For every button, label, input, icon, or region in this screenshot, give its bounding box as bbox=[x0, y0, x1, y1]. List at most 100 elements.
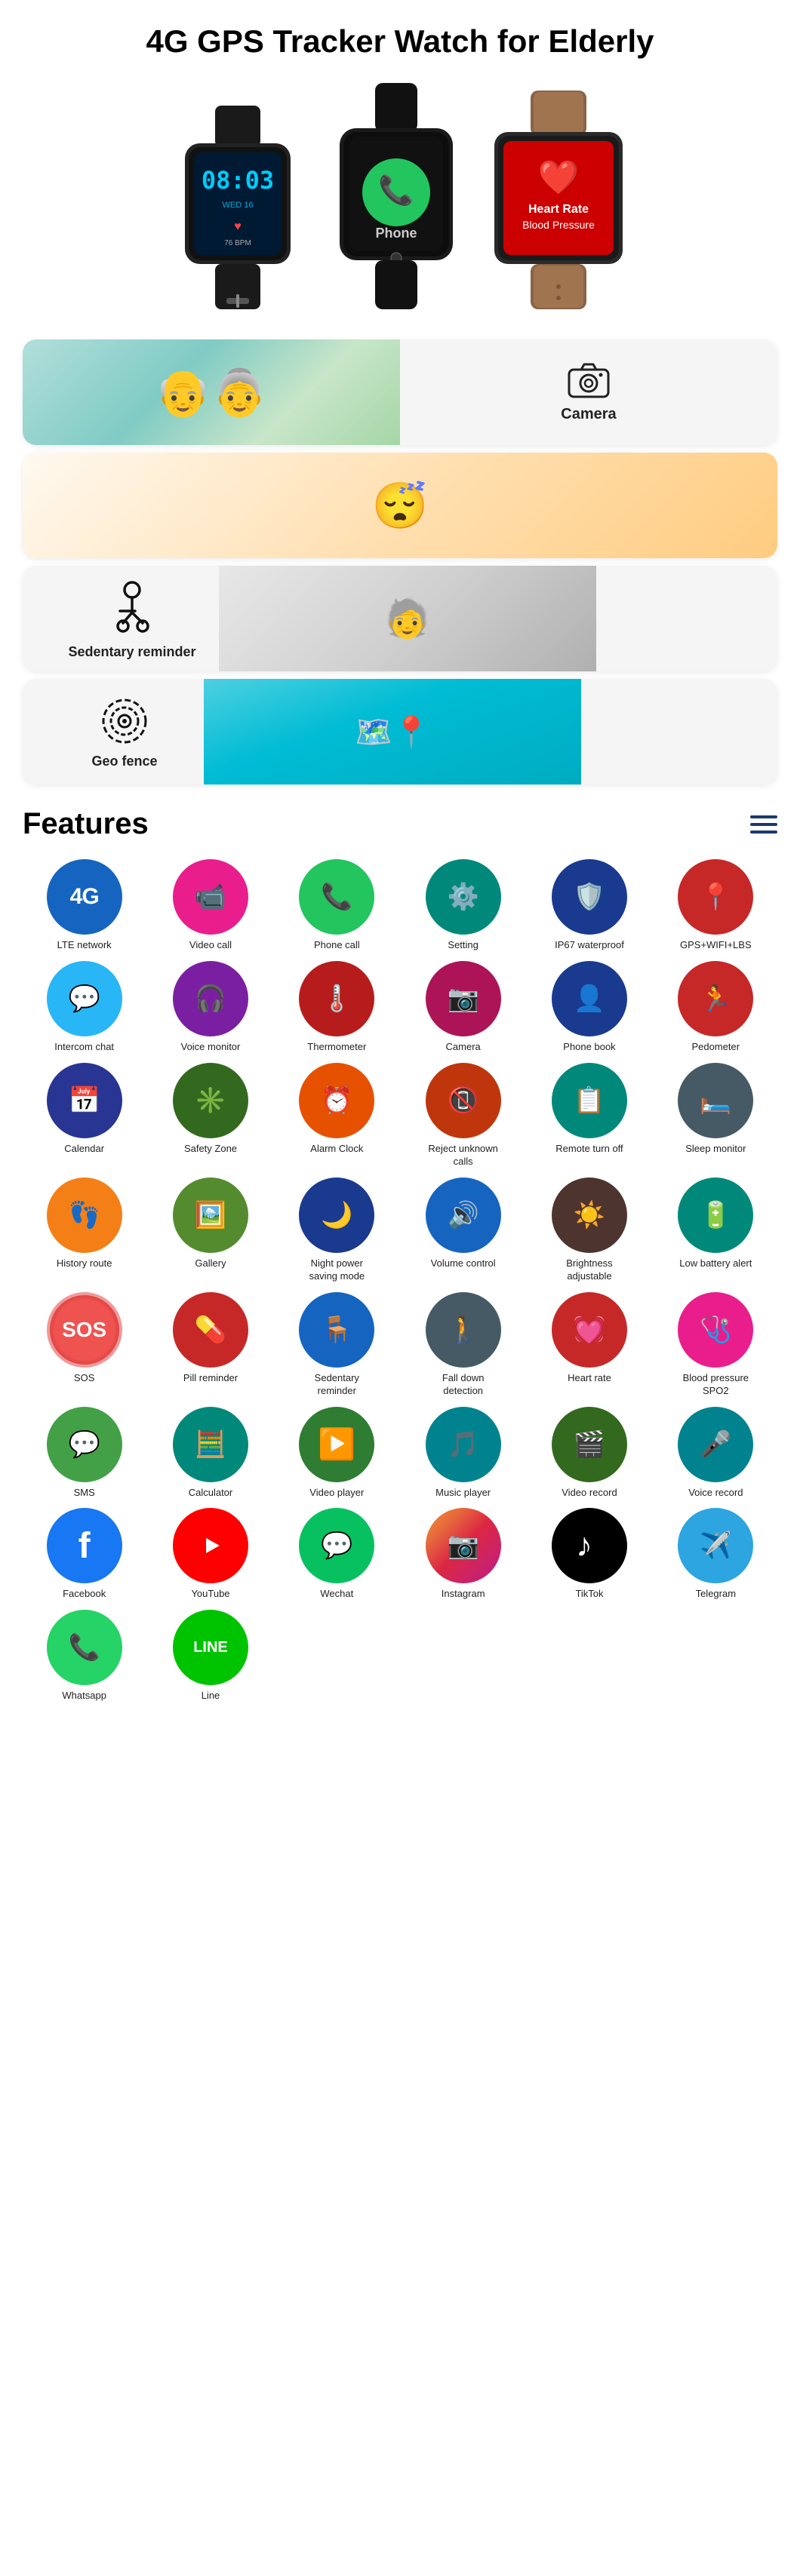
pill-icon: 💊 bbox=[173, 1292, 248, 1368]
camera-icon bbox=[568, 362, 610, 400]
blood-pressure-label: Blood pressure SPO2 bbox=[674, 1372, 757, 1398]
feature-night-power: 🌙 Night power saving mode bbox=[275, 1177, 398, 1283]
svg-text:08:03: 08:03 bbox=[202, 166, 274, 195]
banner-sedentary: Sedentary reminder 🧓 bbox=[23, 566, 777, 671]
feature-voice-monitor: 🎧 Voice monitor bbox=[149, 961, 272, 1054]
svg-text:Blood Pressure: Blood Pressure bbox=[522, 219, 595, 231]
facebook-label: Facebook bbox=[63, 1588, 106, 1601]
video-record-label: Video record bbox=[562, 1487, 617, 1500]
pedometer-icon: 🏃 bbox=[678, 961, 753, 1036]
feature-intercom: 💬 Intercom chat bbox=[23, 961, 146, 1054]
gallery-label: Gallery bbox=[195, 1257, 226, 1270]
phonebook-label: Phone book bbox=[563, 1041, 615, 1054]
video-player-icon: ▶️ bbox=[299, 1407, 374, 1482]
feature-phonebook: 👤 Phone book bbox=[528, 961, 651, 1054]
whatsapp-label: Whatsapp bbox=[62, 1690, 106, 1702]
phonebook-icon: 👤 bbox=[552, 961, 627, 1036]
banner-camera: 👴👵 Camera bbox=[23, 339, 777, 445]
feature-volume: 🔊 Volume control bbox=[402, 1177, 525, 1283]
feature-tiktok: ♪ TikTok bbox=[528, 1508, 651, 1601]
telegram-icon: ✈️ bbox=[678, 1508, 753, 1583]
gps-icon: 📍 bbox=[678, 859, 753, 935]
banner-alarm: 😴 Alarm Clock bbox=[23, 453, 777, 558]
lte-label: LTE network bbox=[57, 939, 112, 952]
feature-ip67: 🛡️ IP67 waterproof bbox=[528, 859, 651, 952]
sms-icon: 💬 bbox=[47, 1407, 122, 1482]
pedometer-label: Pedometer bbox=[692, 1041, 740, 1054]
wechat-label: Wechat bbox=[320, 1588, 353, 1601]
tiktok-label: TikTok bbox=[575, 1588, 603, 1601]
feature-whatsapp: 📞 Whatsapp bbox=[23, 1610, 146, 1702]
ip67-icon: 🛡️ bbox=[552, 859, 627, 935]
features-header: Features bbox=[23, 807, 777, 841]
banner-geo: Geo fence 🗺️📍 bbox=[23, 679, 777, 784]
instagram-label: Instagram bbox=[442, 1588, 485, 1601]
feature-safety-zone: ✳️ Safety Zone bbox=[149, 1063, 272, 1168]
pill-label: Pill reminder bbox=[183, 1372, 238, 1385]
feature-thermometer: 🌡️ Thermometer bbox=[275, 961, 398, 1054]
intercom-label: Intercom chat bbox=[54, 1041, 114, 1054]
heart-rate-icon: 💓 bbox=[552, 1292, 627, 1368]
facebook-icon: f bbox=[47, 1508, 122, 1583]
watches-row: 08:03 WED 16 ♥ 76 BPM 📞 Phone bbox=[0, 75, 800, 332]
whatsapp-icon: 📞 bbox=[47, 1610, 122, 1685]
sedentary-r-label: Sedentary reminder bbox=[295, 1372, 378, 1398]
phone-call-icon: 📞 bbox=[299, 859, 374, 935]
feature-instagram: 📷 Instagram bbox=[402, 1508, 525, 1601]
low-battery-label: Low battery alert bbox=[679, 1257, 752, 1270]
feature-camera: 📷 Camera bbox=[402, 961, 525, 1054]
fall-detect-icon: 🚶 bbox=[426, 1292, 501, 1368]
setting-label: Setting bbox=[448, 939, 478, 952]
thermometer-icon: 🌡️ bbox=[299, 961, 374, 1036]
feature-low-battery: 🔋 Low battery alert bbox=[654, 1177, 777, 1283]
remote-off-label: Remote turn off bbox=[555, 1143, 623, 1156]
banner-sedentary-label: Sedentary reminder bbox=[23, 578, 219, 660]
svg-text:76 BPM: 76 BPM bbox=[224, 239, 251, 247]
feature-phone-call: 📞 Phone call bbox=[275, 859, 398, 952]
sos-icon: SOS bbox=[47, 1292, 122, 1368]
feature-brightness: ☀️ Brightness adjustable bbox=[528, 1177, 651, 1283]
alarm-clock-label: Alarm Clock bbox=[310, 1143, 363, 1156]
camera-feat-label: Camera bbox=[446, 1041, 481, 1054]
gallery-icon: 🖼️ bbox=[173, 1177, 248, 1253]
svg-text:📞: 📞 bbox=[378, 172, 414, 207]
calendar-label: Calendar bbox=[64, 1143, 104, 1156]
video-call-icon: 📹 bbox=[173, 859, 248, 935]
geofence-icon bbox=[98, 695, 151, 748]
watch-1-svg: 08:03 WED 16 ♥ 76 BPM bbox=[162, 106, 313, 309]
svg-text:WED 16: WED 16 bbox=[223, 201, 254, 210]
volume-icon: 🔊 bbox=[426, 1177, 501, 1253]
phone-call-label: Phone call bbox=[314, 939, 360, 952]
history-route-label: History route bbox=[57, 1257, 112, 1270]
feature-facebook: f Facebook bbox=[23, 1508, 146, 1601]
brightness-icon: ☀️ bbox=[552, 1177, 627, 1253]
heart-rate-label: Heart rate bbox=[568, 1372, 611, 1385]
sleep-monitor-label: Sleep monitor bbox=[685, 1143, 746, 1156]
svg-text:♪: ♪ bbox=[576, 1527, 592, 1564]
feature-gallery: 🖼️ Gallery bbox=[149, 1177, 272, 1283]
feature-pill: 💊 Pill reminder bbox=[149, 1292, 272, 1398]
safety-zone-icon: ✳️ bbox=[173, 1063, 248, 1138]
feature-video-call: 📹 Video call bbox=[149, 859, 272, 952]
youtube-label: YouTube bbox=[191, 1588, 229, 1601]
feature-sms: 💬 SMS bbox=[23, 1407, 146, 1500]
lte-icon: 4G bbox=[47, 859, 122, 935]
instagram-icon: 📷 bbox=[426, 1508, 501, 1583]
safety-zone-label: Safety Zone bbox=[184, 1143, 237, 1156]
features-section: Features 4G LTE network 📹 Video call 📞 P… bbox=[0, 792, 800, 1710]
voice-monitor-label: Voice monitor bbox=[181, 1041, 241, 1054]
banner-camera-label: Camera bbox=[400, 362, 777, 423]
line-icon: LINE bbox=[173, 1610, 248, 1685]
video-record-icon: 🎬 bbox=[552, 1407, 627, 1482]
svg-text:❤️: ❤️ bbox=[538, 159, 580, 196]
video-player-label: Video player bbox=[309, 1487, 364, 1500]
low-battery-icon: 🔋 bbox=[678, 1177, 753, 1253]
calculator-icon: 🧮 bbox=[173, 1407, 248, 1482]
feature-remote-off: 📋 Remote turn off bbox=[528, 1063, 651, 1168]
feature-pedometer: 🏃 Pedometer bbox=[654, 961, 777, 1054]
hamburger-menu[interactable] bbox=[750, 815, 777, 834]
features-title: Features bbox=[23, 807, 149, 841]
yt-svg bbox=[191, 1532, 230, 1559]
svg-text:Phone: Phone bbox=[375, 226, 417, 241]
volume-label: Volume control bbox=[431, 1257, 496, 1270]
